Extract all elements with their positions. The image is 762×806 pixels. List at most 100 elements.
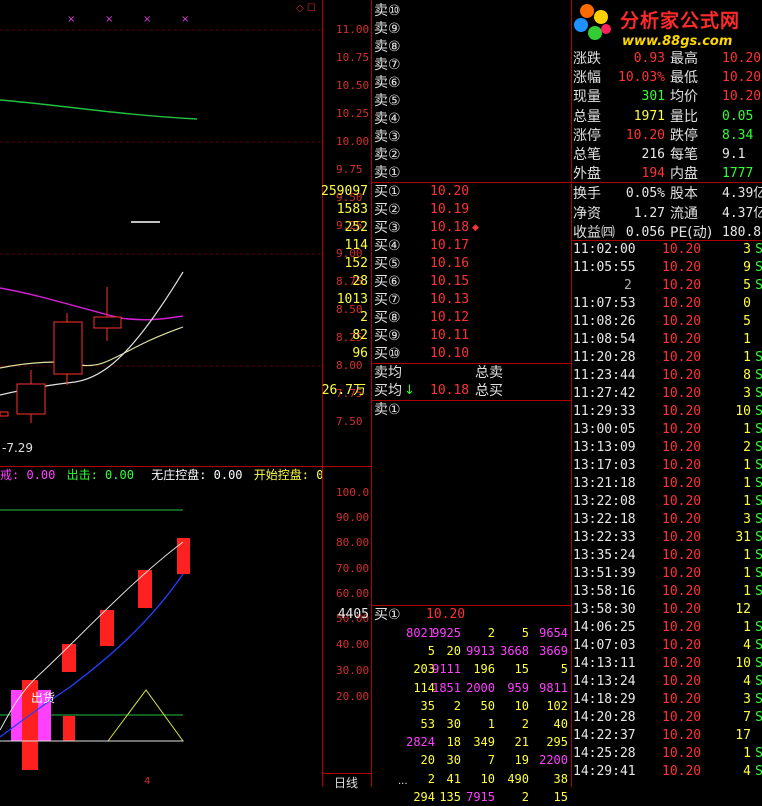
stat-row: 涨停 10.20 跌停 8.34: [572, 127, 762, 145]
queue-cell: 5: [521, 626, 529, 640]
buy-order-volume: 28: [352, 274, 368, 289]
sell-order-label: 卖②: [374, 147, 401, 163]
tick-time: 14:25:28: [573, 746, 636, 761]
buy-order-price: 10.12: [430, 310, 470, 325]
buy-order-volume: 82: [352, 328, 368, 343]
tick-row[interactable]: 13:22:33 10.20 31 S: [572, 529, 762, 547]
stat-label: 最低: [670, 70, 698, 87]
tick-row[interactable]: 13:22:08 10.20 1 S: [572, 493, 762, 511]
tick-row[interactable]: 13:35:24 10.20 1 S: [572, 547, 762, 565]
tick-row[interactable]: 11:20:28 10.20 1 S: [572, 349, 762, 367]
tick-row[interactable]: 11:08:54 10.20 1: [572, 331, 762, 349]
tick-row[interactable]: 11:29:33 10.20 10 S: [572, 403, 762, 421]
tick-side: S: [755, 440, 762, 455]
queue-vol: 4405: [337, 607, 369, 622]
tick-row[interactable]: 13:51:39 10.20 1 S: [572, 565, 762, 583]
queue-cell: 135: [439, 789, 461, 804]
stat-label: 量比: [670, 108, 698, 125]
tick-price: 10.20: [662, 494, 702, 509]
queue-row: 203 9111 196 15 5: [372, 660, 571, 678]
indicator-2: 无庄控盘: 0.00: [151, 468, 243, 482]
tick-side: S: [755, 422, 762, 437]
sell1-label: 卖①: [374, 402, 401, 418]
tick-row[interactable]: 14:06:25 10.20 1 S: [572, 619, 762, 637]
tick-price: 10.20: [662, 440, 702, 455]
queue-row: 8021 9925 2 5 9654: [372, 624, 571, 642]
queue-cell: 40: [553, 717, 568, 731]
queue-row: 294 135 7915 2 15: [372, 788, 571, 806]
buy-order-label: 买②: [374, 202, 401, 218]
divider: [0, 466, 371, 467]
price-chart[interactable]: × × × × ◇ ☐ -7.29: [0, 0, 322, 466]
buy-order-volume: 259097: [321, 184, 368, 199]
indicator-axis: 100.0 90.00 80.00 70.00 60.00 50.00 40.00 30.00…: [322, 482, 371, 775]
tick-price: 10.20: [662, 458, 702, 473]
tick-row[interactable]: 13:17:03 10.20 1 S: [572, 457, 762, 475]
tick-side: S: [755, 638, 762, 653]
tick-row[interactable]: 14:07:03 10.20 4 S: [572, 637, 762, 655]
stat-value: 4.39亿: [722, 186, 762, 202]
tick-time: 11:20:28: [573, 350, 636, 365]
tick-row[interactable]: 11:02:00 10.20 3 S: [572, 241, 762, 259]
stat-row: 总笔 216 每笔 9.1: [572, 146, 762, 164]
tick-row[interactable]: 13:58:30 10.20 12: [572, 601, 762, 619]
tick-side: S: [755, 656, 762, 671]
tick-time: 14:29:41: [573, 764, 636, 779]
tick-row[interactable]: 14:25:28 10.20 1 S: [572, 745, 762, 763]
tick-side: S: [755, 278, 762, 293]
tick-volume: 2: [743, 440, 751, 455]
tick-volume: 1: [743, 746, 751, 761]
tick-time: 13:22:33: [573, 530, 636, 545]
stat-value: 1971: [633, 108, 665, 124]
queue-label: 买①: [374, 607, 401, 623]
tick-volume: 1: [743, 422, 751, 437]
buy-order-price: 10.16: [430, 256, 470, 271]
queue-cell: 9111: [432, 662, 461, 677]
stat-label: 股本: [670, 186, 698, 203]
tick-row[interactable]: 14:22:37 10.20 17: [572, 727, 762, 745]
tick-list[interactable]: 11:02:00 10.20 3 S 11:05:55 10.20 9 S 2 10.20 5 S 11…: [572, 241, 762, 787]
tick-row[interactable]: 14:20:28 10.20 7 S: [572, 709, 762, 727]
tick-row[interactable]: 13:58:16 10.20 1 S: [572, 583, 762, 601]
tick-row[interactable]: 11:23:44 10.20 8 S: [572, 367, 762, 385]
tick-row[interactable]: 13:00:05 10.20 1 S: [572, 421, 762, 439]
window-control-icons[interactable]: ◇ ☐: [296, 3, 316, 14]
tick-time: 13:58:16: [573, 584, 636, 599]
tick-row[interactable]: 2 10.20 5 S: [572, 277, 762, 295]
tick-row[interactable]: 13:13:09 10.20 2 S: [572, 439, 762, 457]
tick-row[interactable]: 13:22:18 10.20 3 S: [572, 511, 762, 529]
total-buy-value: 26.7万: [321, 383, 366, 398]
buy-order-volume: 2: [360, 310, 368, 325]
tick-volume: 1: [743, 584, 751, 599]
stat-value: 0.05%: [625, 186, 665, 202]
tick-price: 10.20: [662, 602, 702, 617]
logo: 分析家公式网 www.88gs.com: [572, 0, 762, 52]
indicator-chart[interactable]: 出货: [0, 482, 322, 775]
tick-row[interactable]: 14:29:41 10.20 4 S: [572, 763, 762, 781]
tick-row[interactable]: 11:05:55 10.20 9 S: [572, 259, 762, 277]
sell-order-label: 卖⑥: [374, 75, 401, 91]
queue-cell: 1851: [432, 680, 461, 695]
tick-price: 10.20: [662, 620, 702, 635]
tick-row[interactable]: 14:18:29 10.20 3 S: [572, 691, 762, 709]
queue-cell: 9913: [466, 644, 495, 659]
queue-cell: 20: [420, 753, 435, 768]
buy-order-label: 买⑩: [374, 346, 401, 362]
tick-row[interactable]: 11:27:42 10.20 3 S: [572, 385, 762, 403]
queue-cell: 349: [473, 735, 495, 750]
red-bar: [100, 610, 114, 646]
tick-volume: 3: [743, 512, 751, 527]
queue-cell: 35: [420, 698, 435, 713]
period-label[interactable]: 日线: [334, 774, 358, 791]
tick-row[interactable]: 11:07:53 10.20 0: [572, 295, 762, 313]
queue-cell: 9654: [539, 626, 568, 640]
queue-cell: 196: [473, 662, 495, 677]
tick-volume: 1: [743, 332, 751, 347]
tick-row[interactable]: 14:13:11 10.20 10 S: [572, 655, 762, 673]
tick-row[interactable]: 13:21:18 10.20 1 S: [572, 475, 762, 493]
stat-label: 外盘: [573, 166, 601, 183]
buy-order-label: 买⑥: [374, 274, 401, 290]
tick-volume: 4: [743, 674, 751, 689]
tick-row[interactable]: 11:08:26 10.20 5: [572, 313, 762, 331]
tick-row[interactable]: 14:13:24 10.20 4 S: [572, 673, 762, 691]
